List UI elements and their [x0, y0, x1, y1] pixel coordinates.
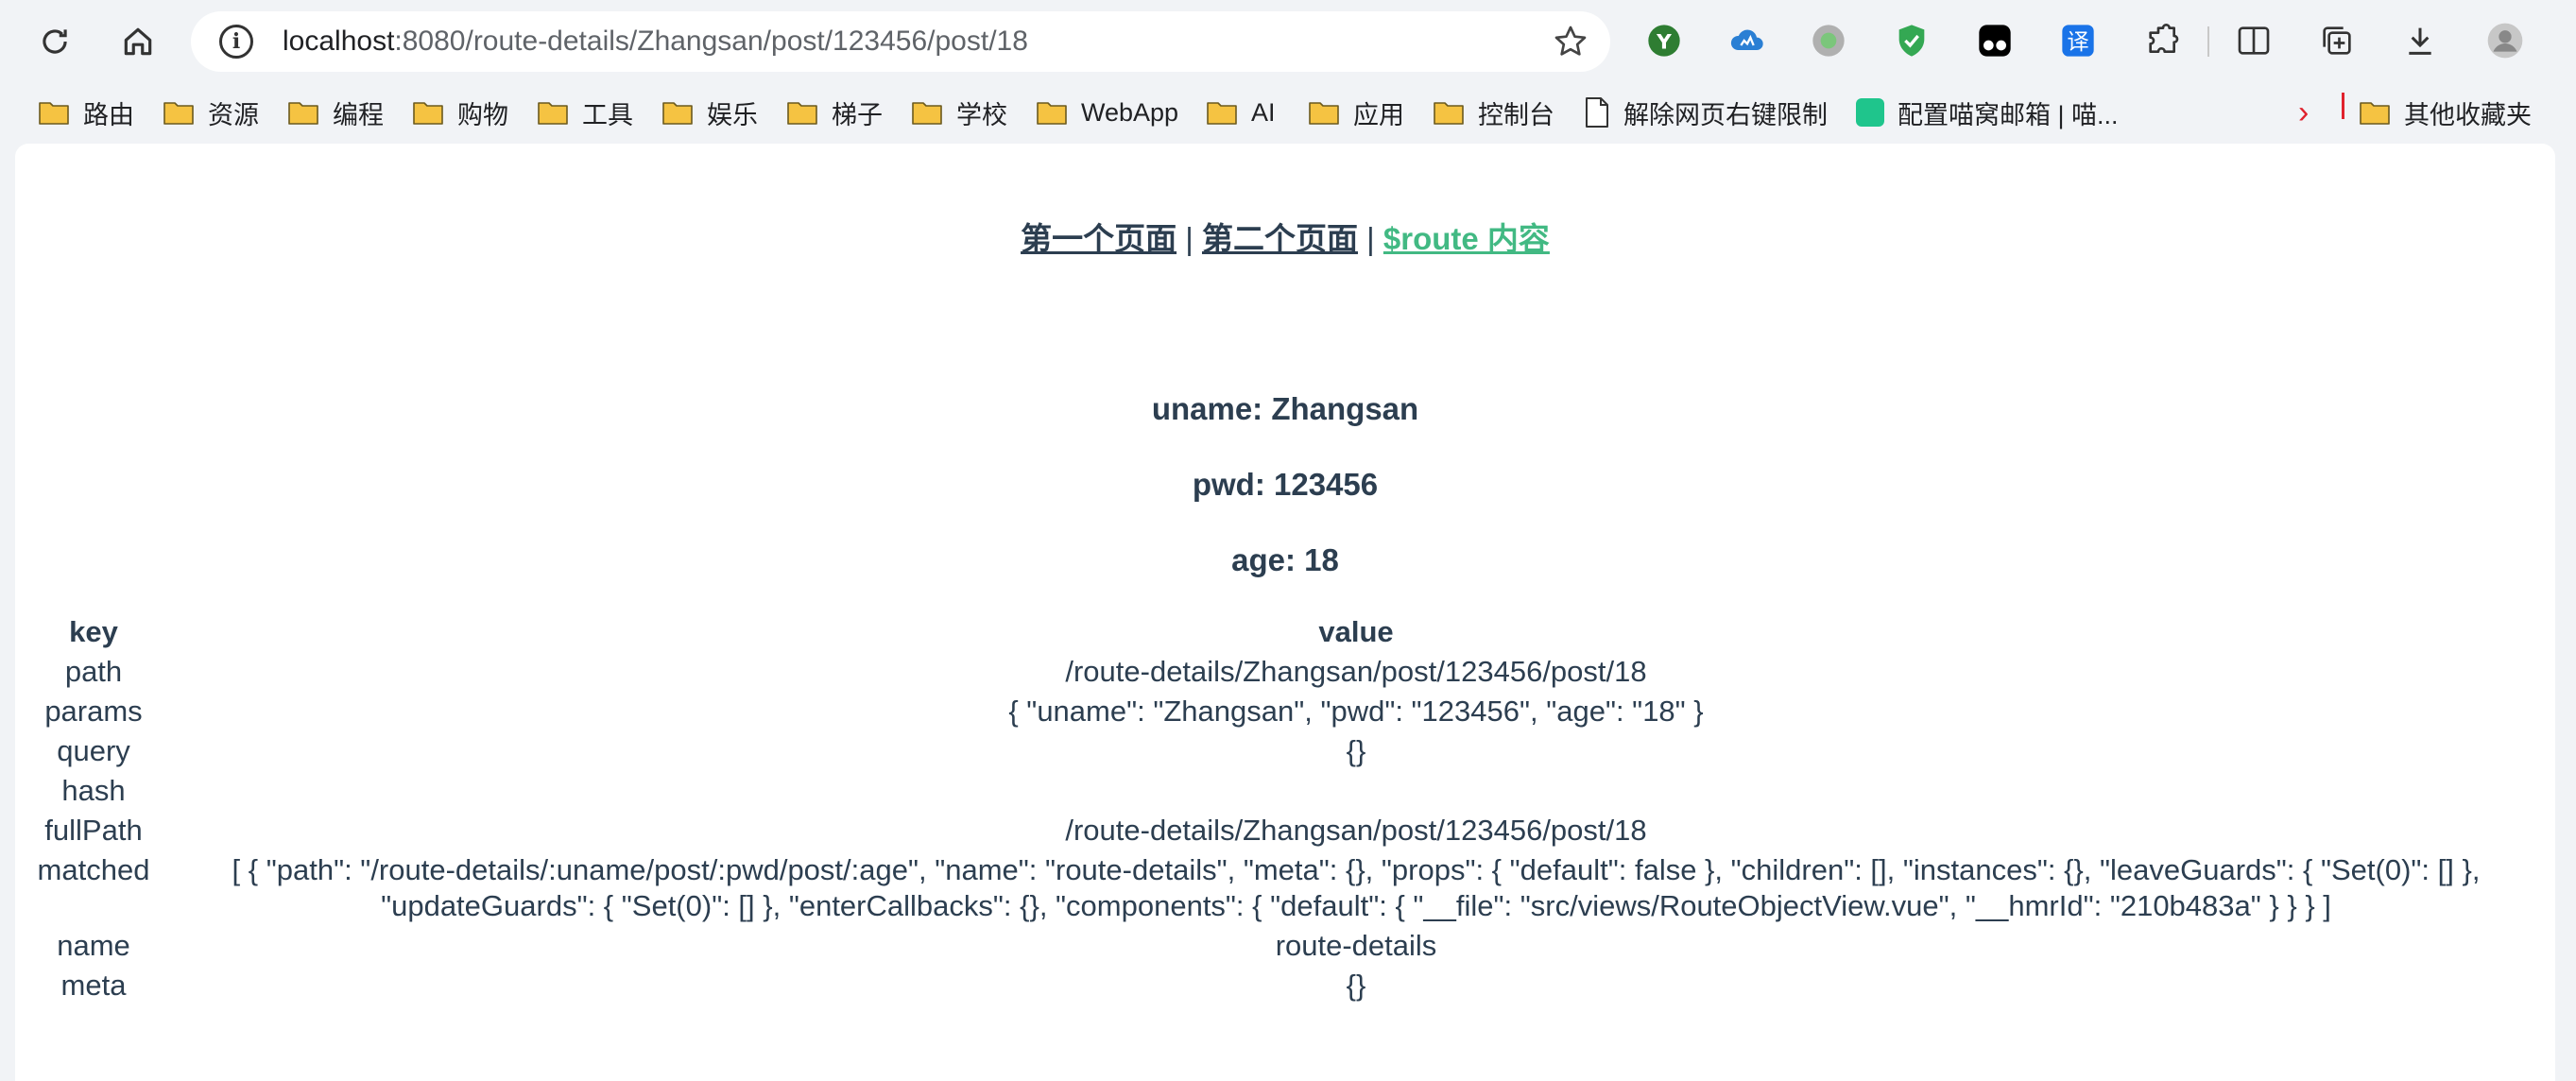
address-bar[interactable]: i localhost:8080/route-details/Zhangsan/… [191, 11, 1610, 72]
route-table: key value path /route-details/Zhangsan/p… [23, 612, 2548, 1005]
url-text[interactable]: localhost:8080/route-details/Zhangsan/po… [283, 11, 1028, 72]
extension-shield-icon[interactable] [1892, 21, 1932, 60]
table-row: path /route-details/Zhangsan/post/123456… [23, 652, 2548, 692]
bookmark-folder[interactable]: AI [1206, 89, 1276, 136]
bookmark-star-icon[interactable] [1552, 23, 1589, 60]
split-screen-icon[interactable] [2234, 21, 2274, 60]
table-header-row: key value [23, 612, 2548, 652]
browser-toolbar: i localhost:8080/route-details/Zhangsan/… [0, 0, 2576, 83]
row-value: route-details [1275, 929, 1437, 962]
folder-icon [163, 102, 194, 125]
table-row: hash [23, 771, 2548, 811]
bookmarks-bar: 路由 资源 编程 购物 工具 娱乐 梯子 学校 WebApp AI 应用 控制台… [0, 83, 2576, 142]
other-bookmarks-folder[interactable]: 其他收藏夹 [2359, 89, 2532, 136]
nav-links: 第一个页面 | 第二个页面 | $route 内容 [15, 215, 2555, 263]
folder-icon [39, 102, 69, 125]
folder-icon [787, 102, 817, 125]
folder-icon [1037, 102, 1067, 125]
row-key: params [44, 695, 143, 728]
row-key: matched [37, 853, 150, 886]
uname-text: uname: Zhangsan [1151, 391, 1419, 426]
toolbar-divider [2207, 26, 2209, 57]
key-header: key [69, 615, 118, 648]
svg-text:译: 译 [2067, 28, 2088, 55]
pwd-text: pwd: 123456 [1192, 467, 1379, 502]
table-row: query {} [23, 731, 2548, 771]
extensions-puzzle-icon[interactable] [2143, 21, 2183, 60]
bookmark-folder[interactable]: 编程 [287, 89, 384, 136]
home-icon [124, 27, 152, 56]
bookmark-page[interactable]: 解除网页右键限制 [1584, 89, 1828, 136]
folder-icon [662, 102, 693, 125]
row-key: name [57, 929, 130, 962]
value-header: value [1318, 615, 1394, 648]
bookmark-folder[interactable]: 路由 [38, 89, 134, 136]
site-info-icon[interactable]: i [219, 25, 253, 59]
bookmark-app[interactable]: 配置喵窝邮箱 | 喵... [1856, 89, 2119, 136]
table-row: matched [ { "path": "/route-details/:una… [23, 850, 2548, 926]
page-viewport: 第一个页面 | 第二个页面 | $route 内容 uname: Zhangsa… [15, 144, 2555, 1081]
bookmark-divider [2342, 93, 2344, 119]
nav-link-first-page[interactable]: 第一个页面 [1021, 221, 1176, 256]
age-text: age: 18 [1231, 542, 1339, 577]
bookmark-folder[interactable]: 梯子 [786, 89, 883, 136]
row-value: /route-details/Zhangsan/post/123456/post… [1065, 655, 1647, 688]
page-icon [1586, 97, 1608, 128]
folder-icon [912, 102, 942, 125]
folder-icon [538, 102, 568, 125]
profile-avatar-icon[interactable] [2485, 21, 2525, 60]
table-row: name route-details [23, 926, 2548, 966]
row-key: query [57, 734, 130, 767]
row-value: {} [1346, 969, 1366, 1002]
bookmark-folder[interactable]: 控制台 [1433, 89, 1554, 136]
bookmark-folder[interactable]: 资源 [163, 89, 259, 136]
row-key: hash [61, 774, 126, 807]
bookmark-folder[interactable]: 购物 [412, 89, 508, 136]
bookmark-folder[interactable]: WebApp [1036, 89, 1178, 136]
table-row: fullPath /route-details/Zhangsan/post/12… [23, 811, 2548, 850]
reload-button[interactable] [26, 13, 83, 70]
downloads-icon[interactable] [2400, 21, 2440, 60]
row-value: {} [1346, 734, 1366, 767]
folder-icon [2360, 102, 2390, 125]
nav-separator: | [1185, 221, 1194, 256]
table-row: meta {} [23, 966, 2548, 1005]
nav-separator: | [1366, 221, 1375, 256]
row-key: path [64, 655, 123, 688]
collections-icon[interactable] [2317, 21, 2357, 60]
chevron-right-icon[interactable]: › [2298, 94, 2309, 131]
row-value: /route-details/Zhangsan/post/123456/post… [1065, 814, 1647, 847]
bookmark-folder[interactable]: 娱乐 [661, 89, 758, 136]
reload-icon [43, 29, 67, 54]
home-button[interactable] [110, 13, 166, 70]
bookmark-folder[interactable]: 学校 [911, 89, 1007, 136]
folder-icon [1207, 102, 1237, 125]
nav-link-route-content[interactable]: $route 内容 [1383, 221, 1550, 256]
bookmark-folder[interactable]: 应用 [1308, 89, 1404, 136]
nav-link-second-page[interactable]: 第二个页面 [1202, 221, 1358, 256]
folder-icon [1309, 102, 1339, 125]
extension-tampermonkey-icon[interactable] [1975, 21, 2015, 60]
extension-cloud-icon[interactable] [1727, 21, 1767, 60]
folder-icon [413, 102, 443, 125]
row-value: { "uname": "Zhangsan", "pwd": "123456", … [1008, 695, 1704, 728]
row-value [164, 771, 2548, 811]
extension-y-icon[interactable]: Y [1644, 21, 1684, 60]
folder-icon [288, 102, 318, 125]
table-row: params { "uname": "Zhangsan", "pwd": "12… [23, 692, 2548, 731]
row-value: [ { "path": "/route-details/:uname/post/… [232, 853, 2481, 922]
row-key: fullPath [44, 814, 143, 847]
extension-translate-icon[interactable]: 译 [2058, 21, 2098, 60]
row-key: meta [60, 969, 127, 1002]
green-app-icon [1856, 98, 1884, 127]
bookmark-folder[interactable]: 工具 [537, 89, 633, 136]
extension-gray-circle-icon[interactable] [1809, 21, 1848, 60]
folder-icon [1434, 102, 1464, 125]
svg-text:Y: Y [1656, 30, 1672, 54]
